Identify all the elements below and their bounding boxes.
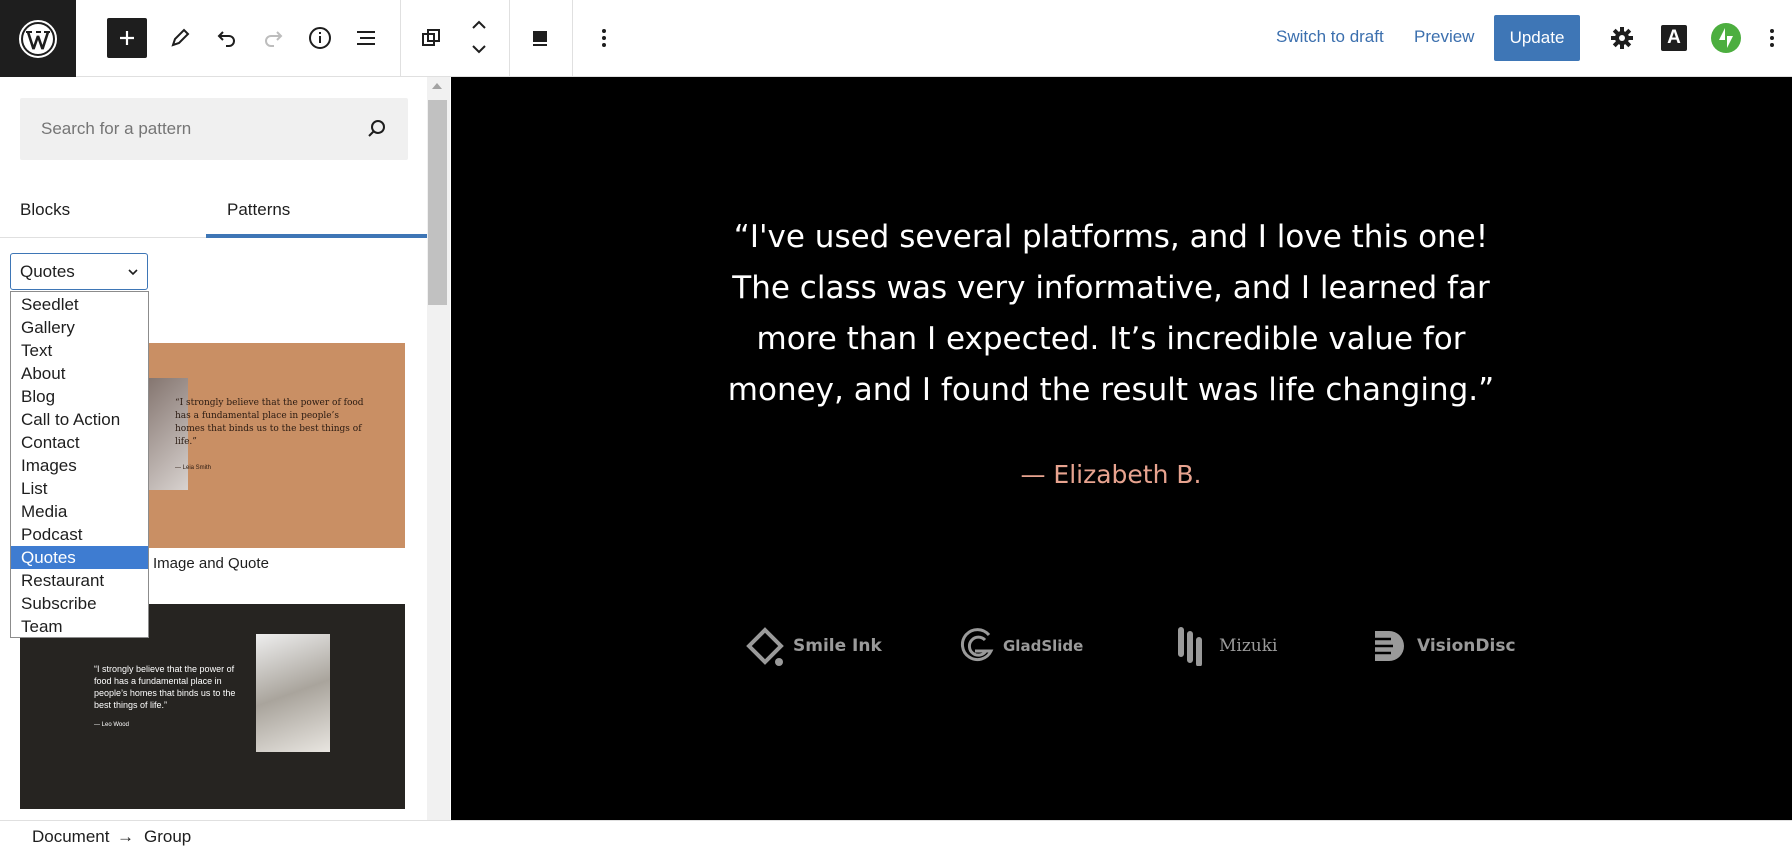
category-option[interactable]: Team [11,615,148,638]
smile-ink-logo-icon [746,627,784,666]
options-button[interactable] [1752,18,1792,58]
inserter-sidebar: Blocks Patterns Quotes “I strongly belie… [0,77,450,820]
category-option[interactable]: Podcast [11,523,148,546]
switch-to-draft-button[interactable]: Switch to draft [1276,27,1384,47]
category-option-selected[interactable]: Quotes [11,546,148,569]
move-up-down-icon [472,20,486,54]
pattern-caption: Image and Quote [153,555,269,572]
settings-button[interactable] [1602,18,1642,58]
logo-label: VisionDisc [1417,636,1516,656]
scroll-up-arrow-icon[interactable] [432,83,442,89]
toolbar-divider [572,0,573,77]
logo-smile-ink: Smile Ink [745,625,882,667]
undo-icon [217,31,235,47]
category-option[interactable]: Subscribe [11,592,148,615]
category-option[interactable]: List [11,477,148,500]
category-option[interactable]: Images [11,454,148,477]
gladslide-logo-icon [961,628,994,662]
style-font-button[interactable]: A [1654,18,1694,58]
pattern-quote-attribution: — Leia Smith [175,465,212,471]
inserter-tabs: Blocks Patterns [0,182,428,238]
selected-category: Quotes [20,261,75,281]
wordpress-logo-icon[interactable] [0,0,76,77]
font-a-icon: A [1661,25,1687,51]
breadcrumb-document[interactable]: Document [32,827,109,847]
tools-button[interactable] [160,18,200,58]
breadcrumb-group[interactable]: Group [144,827,191,847]
undo-button[interactable] [207,18,247,58]
pattern-search [20,98,408,160]
gear-icon [1611,27,1633,49]
testimonial-citation[interactable]: — Elizabeth B. [701,460,1521,489]
move-block-button[interactable] [459,14,499,60]
align-icon [533,31,547,46]
info-icon [309,27,331,49]
category-option[interactable]: Contact [11,431,148,454]
tab-patterns[interactable]: Patterns [227,182,290,238]
logo-visiondisc: VisionDisc [1371,625,1516,667]
redo-icon [265,31,283,47]
pattern-search-input[interactable] [20,98,360,160]
list-view-icon [357,31,375,45]
logo-mizuki: Mizuki [1175,625,1278,667]
sidebar-scrollbar-thumb[interactable] [428,100,447,305]
breadcrumb-separator: → [117,827,134,846]
redo-button[interactable] [253,18,293,58]
group-block-icon [422,29,440,46]
category-option[interactable]: About [11,362,148,385]
add-block-button[interactable] [107,18,147,58]
pattern-quote-text: “I strongly believe that the power of fo… [94,664,236,710]
editor-canvas[interactable]: “I've used several platforms, and I love… [451,77,1792,820]
visiondisc-logo-icon [1375,631,1404,661]
jetpack-bolt-icon [1711,23,1741,53]
update-button[interactable]: Update [1494,15,1580,61]
more-vertical-icon [1770,29,1774,47]
testimonial-quote[interactable]: “I've used several platforms, and I love… [701,212,1521,416]
category-option[interactable]: Gallery [11,316,148,339]
pattern-photo [256,634,330,752]
logo-gladslide: GladSlide [957,625,1083,667]
block-breadcrumb-bar: Document → Group [0,820,1792,850]
logo-label: Mizuki [1219,636,1278,656]
jetpack-button[interactable] [1706,18,1746,58]
logo-label: GladSlide [1003,637,1084,655]
active-tab-indicator [206,234,427,238]
pattern-quote-attribution: — Leo Wood [94,722,129,728]
category-option[interactable]: Text [11,339,148,362]
pattern-quote-text: “I strongly believe that the power of fo… [175,398,364,447]
details-button[interactable] [300,18,340,58]
mizuki-logo-icon [1178,627,1202,666]
category-option[interactable]: Restaurant [11,569,148,592]
pencil-icon [171,28,190,47]
more-vertical-icon [602,29,606,47]
category-option[interactable]: Seedlet [11,293,148,316]
category-option[interactable]: Media [11,500,148,523]
list-view-button[interactable] [346,18,386,58]
toolbar-divider [509,0,510,77]
category-option[interactable]: Blog [11,385,148,408]
pattern-category-select[interactable]: Quotes [10,253,148,290]
toolbar-divider [400,0,401,77]
align-button[interactable] [520,18,560,58]
logo-label: Smile Ink [793,636,882,656]
category-dropdown-list: Seedlet Gallery Text About Blog Call to … [10,291,149,638]
search-icon[interactable] [366,118,388,140]
block-options-button[interactable] [584,18,624,58]
plus-icon [120,31,134,45]
category-option[interactable]: Call to Action [11,408,148,431]
editor-toolbar: Switch to draft Preview Update A [0,0,1792,77]
chevron-down-icon [128,269,138,276]
preview-button[interactable]: Preview [1414,27,1474,47]
tab-blocks[interactable]: Blocks [20,182,70,238]
block-type-button[interactable] [411,18,451,58]
